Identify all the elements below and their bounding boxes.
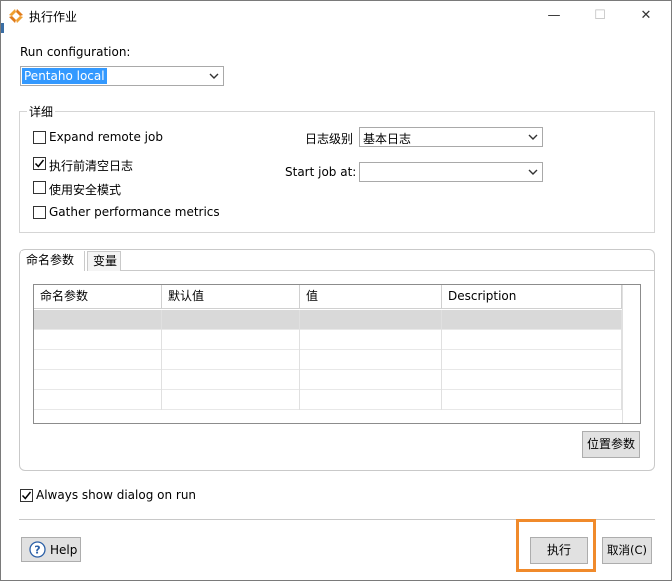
- help-icon: ?: [29, 541, 46, 558]
- chevron-down-icon: [528, 134, 538, 140]
- table-header: 命名参数 默认值 值 Description: [34, 285, 622, 309]
- run-configuration-value: Pentaho local: [22, 68, 107, 84]
- table-row-empty: [34, 330, 622, 350]
- table-cell[interactable]: [162, 310, 300, 330]
- always-show-dialog-label: Always show dialog on run: [36, 488, 197, 502]
- table-cell-empty: [442, 350, 622, 370]
- maximize-button[interactable]: ☐: [577, 1, 623, 31]
- cancel-button[interactable]: 取消(C): [602, 537, 652, 564]
- table-cell[interactable]: [442, 310, 622, 330]
- tab-variables[interactable]: 变量: [87, 251, 121, 271]
- table-cell-empty: [34, 330, 162, 350]
- run-job-dialog: 执行作业 — ☐ ✕ Run configuration: Pentaho lo…: [0, 0, 672, 581]
- position-params-button[interactable]: 位置参数: [582, 431, 640, 458]
- expand-remote-job-label: Expand remote job: [49, 130, 163, 144]
- parameters-table[interactable]: 命名参数 默认值 值 Description: [33, 284, 641, 424]
- table-cell-empty: [34, 390, 162, 410]
- safe-mode-label: 使用安全模式: [49, 183, 122, 197]
- table-row-empty: [34, 390, 622, 410]
- clear-log-label: 执行前清空日志: [49, 159, 134, 173]
- run-configuration-select[interactable]: Pentaho local: [20, 66, 224, 86]
- tab-named-parameters[interactable]: 命名参数: [21, 251, 85, 271]
- table-scrollbar[interactable]: [622, 285, 640, 423]
- window-title: 执行作业: [29, 10, 78, 24]
- safe-mode-checkbox[interactable]: [33, 181, 46, 194]
- checkmark-icon: [21, 491, 32, 500]
- table-cell-empty: [162, 370, 300, 390]
- table-cell-empty: [442, 390, 622, 410]
- table-row-empty: [34, 370, 622, 390]
- expand-remote-job-checkbox[interactable]: [33, 131, 46, 144]
- chevron-down-icon: [209, 73, 219, 79]
- table-row[interactable]: [34, 310, 622, 330]
- svg-text:?: ?: [34, 544, 40, 557]
- run-configuration-label: Run configuration:: [20, 45, 131, 59]
- column-header-name[interactable]: 命名参数: [34, 285, 162, 309]
- background-window-edge: [1, 23, 4, 33]
- column-header-description[interactable]: Description: [442, 285, 622, 309]
- table-cell-empty: [300, 350, 442, 370]
- table-cell-empty: [162, 330, 300, 350]
- clear-log-checkbox[interactable]: [33, 157, 46, 170]
- table-cell-empty: [162, 390, 300, 410]
- table-cell-empty: [442, 330, 622, 350]
- gather-metrics-label: Gather performance metrics: [49, 205, 220, 219]
- table-cell-empty: [162, 350, 300, 370]
- log-level-select[interactable]: 基本日志: [359, 127, 543, 147]
- table-cell-empty: [442, 370, 622, 390]
- table-cell-empty: [300, 370, 442, 390]
- gather-metrics-checkbox[interactable]: [33, 206, 46, 219]
- column-header-default[interactable]: 默认值: [162, 285, 300, 309]
- table-row-empty: [34, 350, 622, 370]
- table-cell-empty: [34, 350, 162, 370]
- chevron-down-icon: [528, 169, 538, 175]
- close-button[interactable]: ✕: [623, 1, 669, 31]
- title-bar: 执行作业 — ☐ ✕: [1, 1, 671, 31]
- spoon-app-icon: [9, 9, 23, 23]
- minimize-button[interactable]: —: [531, 1, 577, 31]
- table-cell[interactable]: [34, 310, 162, 330]
- always-show-dialog-checkbox[interactable]: [20, 489, 33, 502]
- table-cell-empty: [300, 390, 442, 410]
- details-legend: 详细: [27, 103, 56, 120]
- help-button-label: Help: [50, 543, 78, 557]
- start-job-at-label: Start job at:: [285, 165, 357, 179]
- table-cell[interactable]: [300, 310, 442, 330]
- log-level-value: 基本日志: [363, 132, 412, 146]
- help-button[interactable]: ? Help: [21, 537, 81, 562]
- table-cell-empty: [34, 370, 162, 390]
- tab-divider: [121, 270, 654, 271]
- column-header-value[interactable]: 值: [300, 285, 442, 309]
- run-button-highlight: [516, 519, 596, 572]
- table-cell-empty: [300, 330, 442, 350]
- log-level-label: 日志级别: [305, 132, 354, 146]
- checkmark-icon: [34, 159, 45, 168]
- start-job-at-select[interactable]: [359, 162, 543, 182]
